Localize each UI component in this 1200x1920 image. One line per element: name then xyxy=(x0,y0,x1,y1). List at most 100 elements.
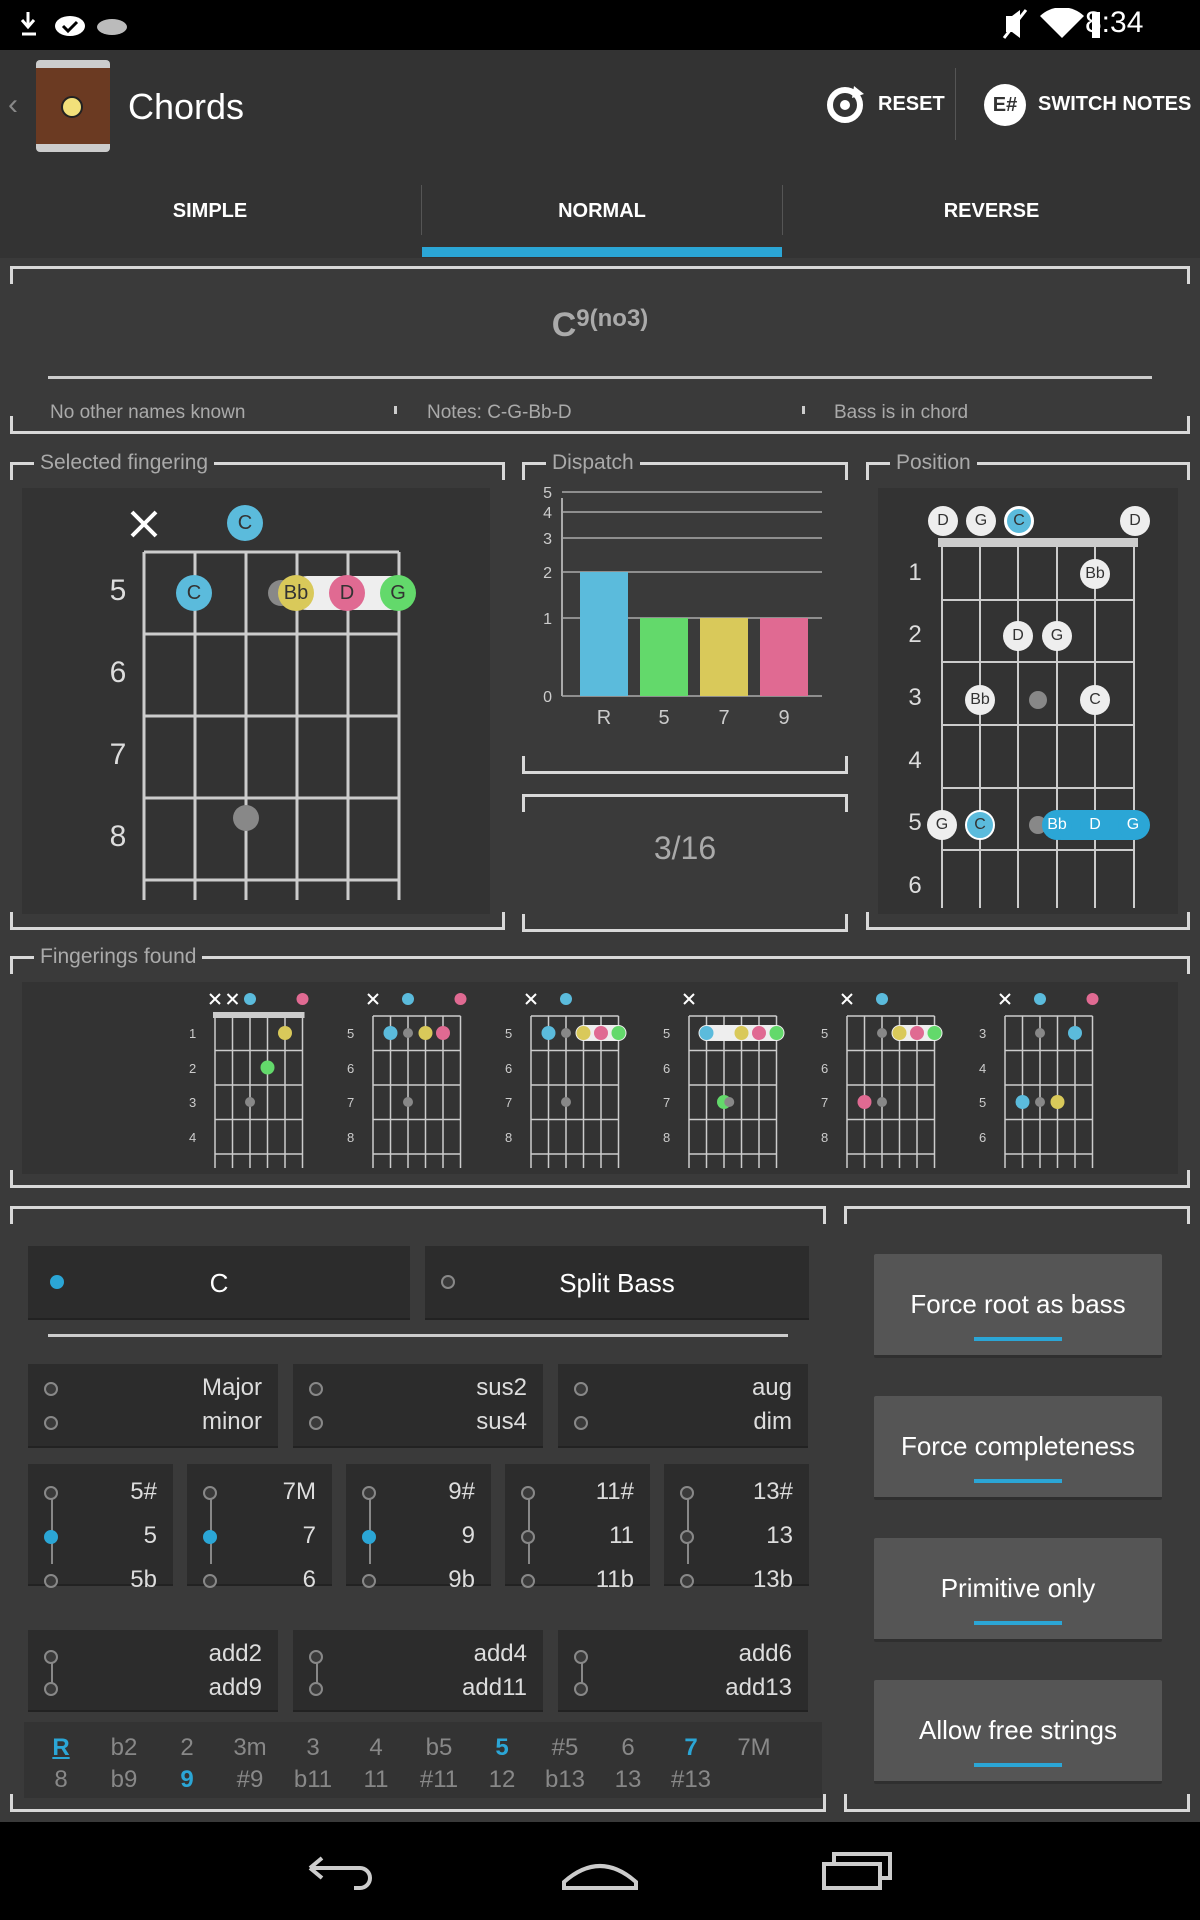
extension-selector[interactable]: 5# 5 5b xyxy=(28,1464,173,1593)
interval-toggle[interactable]: #9 xyxy=(225,1766,275,1794)
primitive-only-button[interactable]: Primitive only xyxy=(874,1538,1162,1642)
interval-toggle[interactable]: 7M xyxy=(729,1734,779,1762)
radio[interactable] xyxy=(680,1530,694,1544)
note-dot[interactable]: Bb xyxy=(1080,559,1110,589)
triad-selector[interactable]: aug dim xyxy=(558,1364,808,1448)
back-chevron-icon[interactable]: ‹ xyxy=(8,88,18,122)
radio[interactable] xyxy=(44,1486,58,1500)
reset-button[interactable]: RESET xyxy=(820,82,950,128)
force-root-bass-button[interactable]: Force root as bass xyxy=(874,1254,1162,1358)
radio[interactable] xyxy=(309,1416,323,1430)
note-dot[interactable]: G xyxy=(380,575,416,611)
interval-toggle[interactable]: 2 xyxy=(162,1734,212,1762)
note-dot[interactable]: C xyxy=(176,575,212,611)
add-selector[interactable]: add2 add9 xyxy=(28,1630,278,1712)
add-selector[interactable]: add4 add11 xyxy=(293,1630,543,1712)
extension-selector[interactable]: 13# 13 13b xyxy=(664,1464,809,1593)
note-dot[interactable]: D xyxy=(329,575,365,611)
radio[interactable] xyxy=(44,1682,58,1696)
radio[interactable] xyxy=(521,1530,535,1544)
fretboard-diagram[interactable] xyxy=(22,488,490,914)
radio[interactable] xyxy=(44,1650,58,1664)
interval-toggle[interactable]: b9 xyxy=(99,1766,149,1794)
interval-toggle[interactable]: 8 xyxy=(36,1766,86,1794)
radio[interactable] xyxy=(44,1530,58,1544)
tab-normal[interactable]: NORMAL xyxy=(422,165,782,258)
radio[interactable] xyxy=(574,1650,588,1664)
interval-toggle[interactable]: 5 xyxy=(477,1734,527,1762)
fingering-thumbnail[interactable]: 1 2 3 4 xyxy=(185,988,325,1178)
interval-toggle[interactable]: 9 xyxy=(162,1766,212,1794)
app-logo-icon[interactable] xyxy=(36,60,110,152)
allow-free-strings-button[interactable]: Allow free strings xyxy=(874,1680,1162,1784)
interval-toggle[interactable]: 3 xyxy=(288,1734,338,1762)
fingering-thumbnail[interactable]: 5 6 7 8 xyxy=(817,988,957,1178)
note-dot[interactable]: D xyxy=(1120,506,1150,536)
note-dot[interactable]: G xyxy=(966,506,996,536)
interval-toggle[interactable]: 12 xyxy=(477,1766,527,1794)
home-icon[interactable] xyxy=(560,1846,640,1892)
note-dot[interactable]: Bb xyxy=(1042,810,1072,840)
split-bass-button[interactable]: Split Bass xyxy=(425,1246,809,1320)
interval-toggle[interactable]: 7 xyxy=(666,1734,716,1762)
interval-toggle[interactable]: R xyxy=(36,1734,86,1762)
fingering-thumbnail[interactable]: 5 6 7 8 xyxy=(501,988,641,1178)
radio[interactable] xyxy=(309,1382,323,1396)
interval-toggle[interactable]: #11 xyxy=(414,1766,464,1794)
add-selector[interactable]: add6 add13 xyxy=(558,1630,808,1712)
note-dot[interactable]: Bb xyxy=(965,685,995,715)
radio[interactable] xyxy=(680,1486,694,1500)
radio[interactable] xyxy=(574,1682,588,1696)
radio[interactable] xyxy=(680,1574,694,1588)
note-dot[interactable]: G xyxy=(927,810,957,840)
note-dot[interactable]: D xyxy=(1003,621,1033,651)
interval-toggle[interactable]: #13 xyxy=(666,1766,716,1794)
note-dot[interactable]: G xyxy=(1118,810,1148,840)
note-dot[interactable]: D xyxy=(928,506,958,536)
back-icon[interactable] xyxy=(300,1850,380,1890)
note-dot[interactable]: Bb xyxy=(278,575,314,611)
radio[interactable] xyxy=(521,1486,535,1500)
root-note-button[interactable]: C xyxy=(28,1246,410,1320)
interval-toggle[interactable]: 6 xyxy=(603,1734,653,1762)
radio[interactable] xyxy=(362,1574,376,1588)
recent-apps-icon[interactable] xyxy=(820,1846,900,1892)
radio[interactable] xyxy=(203,1530,217,1544)
radio[interactable] xyxy=(362,1486,376,1500)
radio[interactable] xyxy=(309,1650,323,1664)
interval-toggle[interactable]: b13 xyxy=(540,1766,590,1794)
fingering-thumbnail[interactable]: 3 4 5 6 xyxy=(975,988,1115,1178)
fingering-thumbnail[interactable]: 5 6 7 8 xyxy=(343,988,483,1178)
note-dot[interactable]: C xyxy=(965,810,995,840)
radio[interactable] xyxy=(44,1416,58,1430)
note-dot[interactable]: C xyxy=(227,505,263,541)
fingering-thumbnail[interactable]: 5 6 7 8 xyxy=(659,988,799,1178)
radio[interactable] xyxy=(521,1574,535,1588)
note-dot[interactable]: D xyxy=(1080,810,1110,840)
extension-selector[interactable]: 9# 9 9b xyxy=(346,1464,491,1593)
interval-toggle[interactable]: b5 xyxy=(414,1734,464,1762)
tab-simple[interactable]: SIMPLE xyxy=(0,165,420,258)
radio[interactable] xyxy=(203,1574,217,1588)
interval-toggle[interactable]: b11 xyxy=(288,1766,338,1794)
interval-toggle[interactable]: #5 xyxy=(540,1734,590,1762)
extension-selector[interactable]: 7M 7 6 xyxy=(187,1464,332,1593)
force-completeness-button[interactable]: Force completeness xyxy=(874,1396,1162,1500)
interval-toggle[interactable]: 11 xyxy=(351,1766,401,1794)
triad-selector[interactable]: sus2 sus4 xyxy=(293,1364,543,1448)
interval-toggle[interactable]: b2 xyxy=(99,1734,149,1762)
note-dot[interactable]: G xyxy=(1042,621,1072,651)
radio[interactable] xyxy=(203,1486,217,1500)
note-dot[interactable]: C xyxy=(1080,685,1110,715)
interval-toggle[interactable]: 3m xyxy=(225,1734,275,1762)
switch-notes-button[interactable]: E# SWITCH NOTES xyxy=(982,82,1192,128)
tab-reverse[interactable]: REVERSE xyxy=(783,165,1200,258)
radio[interactable] xyxy=(44,1382,58,1396)
radio[interactable] xyxy=(574,1382,588,1396)
note-dot[interactable]: C xyxy=(1004,506,1034,536)
radio[interactable] xyxy=(362,1530,376,1544)
radio[interactable] xyxy=(574,1416,588,1430)
extension-selector[interactable]: 11# 11 11b xyxy=(505,1464,650,1593)
triad-selector[interactable]: Major minor xyxy=(28,1364,278,1448)
interval-toggle[interactable]: 13 xyxy=(603,1766,653,1794)
